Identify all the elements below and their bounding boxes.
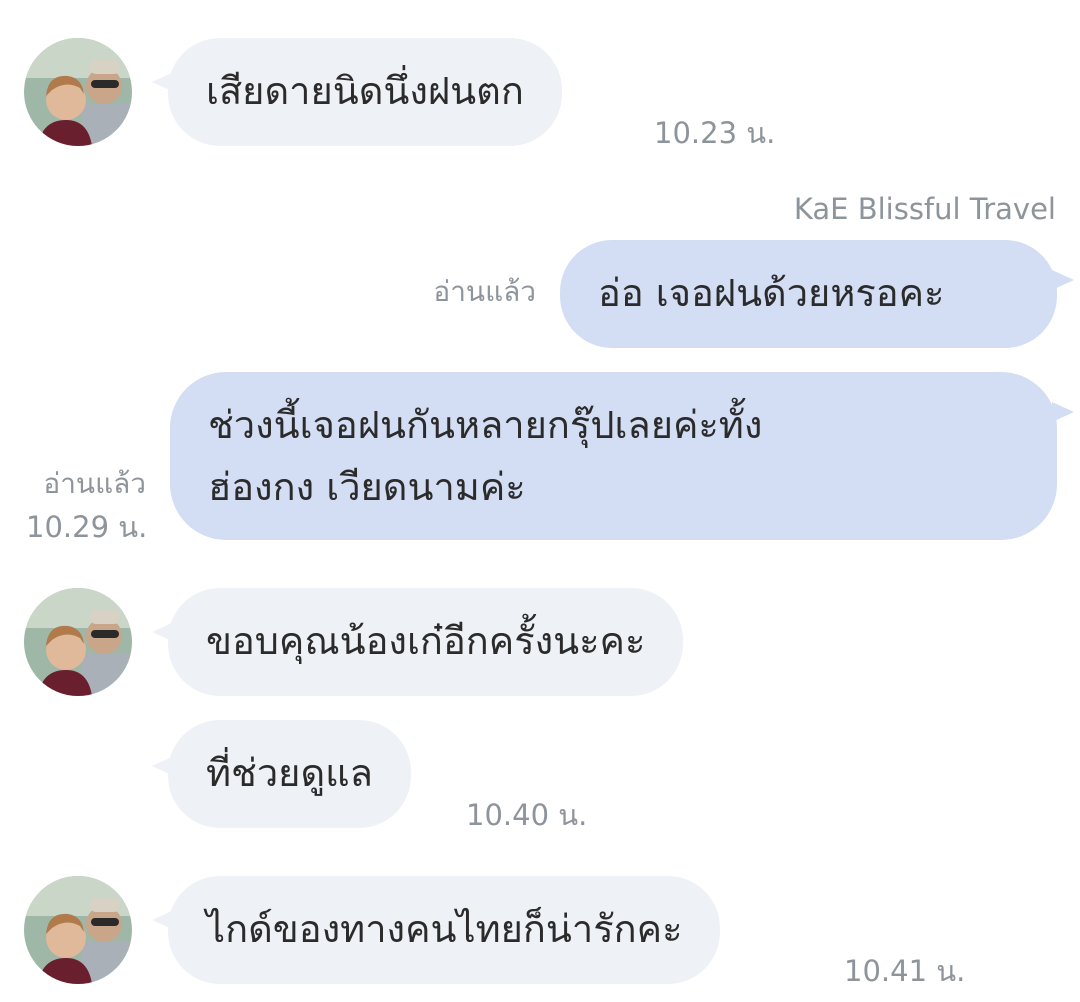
bubble-tail: [1052, 402, 1074, 422]
message-text: ที่ช่วยดูแล: [206, 751, 373, 795]
message-bubble[interactable]: ขอบคุณน้องเก๋อีกครั้งนะคะ: [168, 588, 684, 696]
message-bubble[interactable]: ที่ช่วยดูแล: [168, 720, 411, 828]
message-text-line: ช่วงนี้เจอฝนกันหลายกรุ๊ปเลยค่ะทั้ง: [208, 403, 763, 447]
message-text: ขอบคุณน้องเก๋อีกครั้งนะคะ: [206, 619, 646, 663]
message-text: เสียดายนิดนึ่งฝนตก: [206, 69, 524, 113]
contact-avatar[interactable]: [24, 38, 132, 146]
read-receipt: อ่านแล้ว: [433, 275, 536, 308]
message-timestamp: 10.40 น.: [466, 798, 588, 832]
message-timestamp: 10.41 น.: [844, 954, 966, 988]
contact-avatar[interactable]: [24, 876, 132, 984]
message-bubble[interactable]: เสียดายนิดนึ่งฝนตก: [168, 38, 562, 146]
message-bubble[interactable]: ช่วงนี้เจอฝนกันหลายกรุ๊ปเลยค่ะทั้ง ฮ่องก…: [170, 372, 1057, 540]
sender-name: KaE Blissful Travel: [793, 192, 1056, 226]
contact-avatar[interactable]: [24, 588, 132, 696]
message-timestamp: 10.29 น.: [26, 510, 148, 544]
message-text: ไกด์ของทางคนไทยก็น่ารักคะ: [206, 907, 683, 951]
message-bubble[interactable]: อ่อ เจอฝนด้วยหรอคะ: [560, 240, 1057, 348]
message-timestamp: 10.23 น.: [654, 116, 776, 150]
message-text-line: ฮ่องกง เวียดนามค่ะ: [208, 465, 526, 509]
message-text: อ่อ เจอฝนด้วยหรอคะ: [598, 271, 945, 315]
message-bubble[interactable]: ไกด์ของทางคนไทยก็น่ารักคะ: [168, 876, 721, 984]
bubble-tail: [1052, 270, 1074, 290]
read-receipt: อ่านแล้ว: [43, 467, 146, 500]
